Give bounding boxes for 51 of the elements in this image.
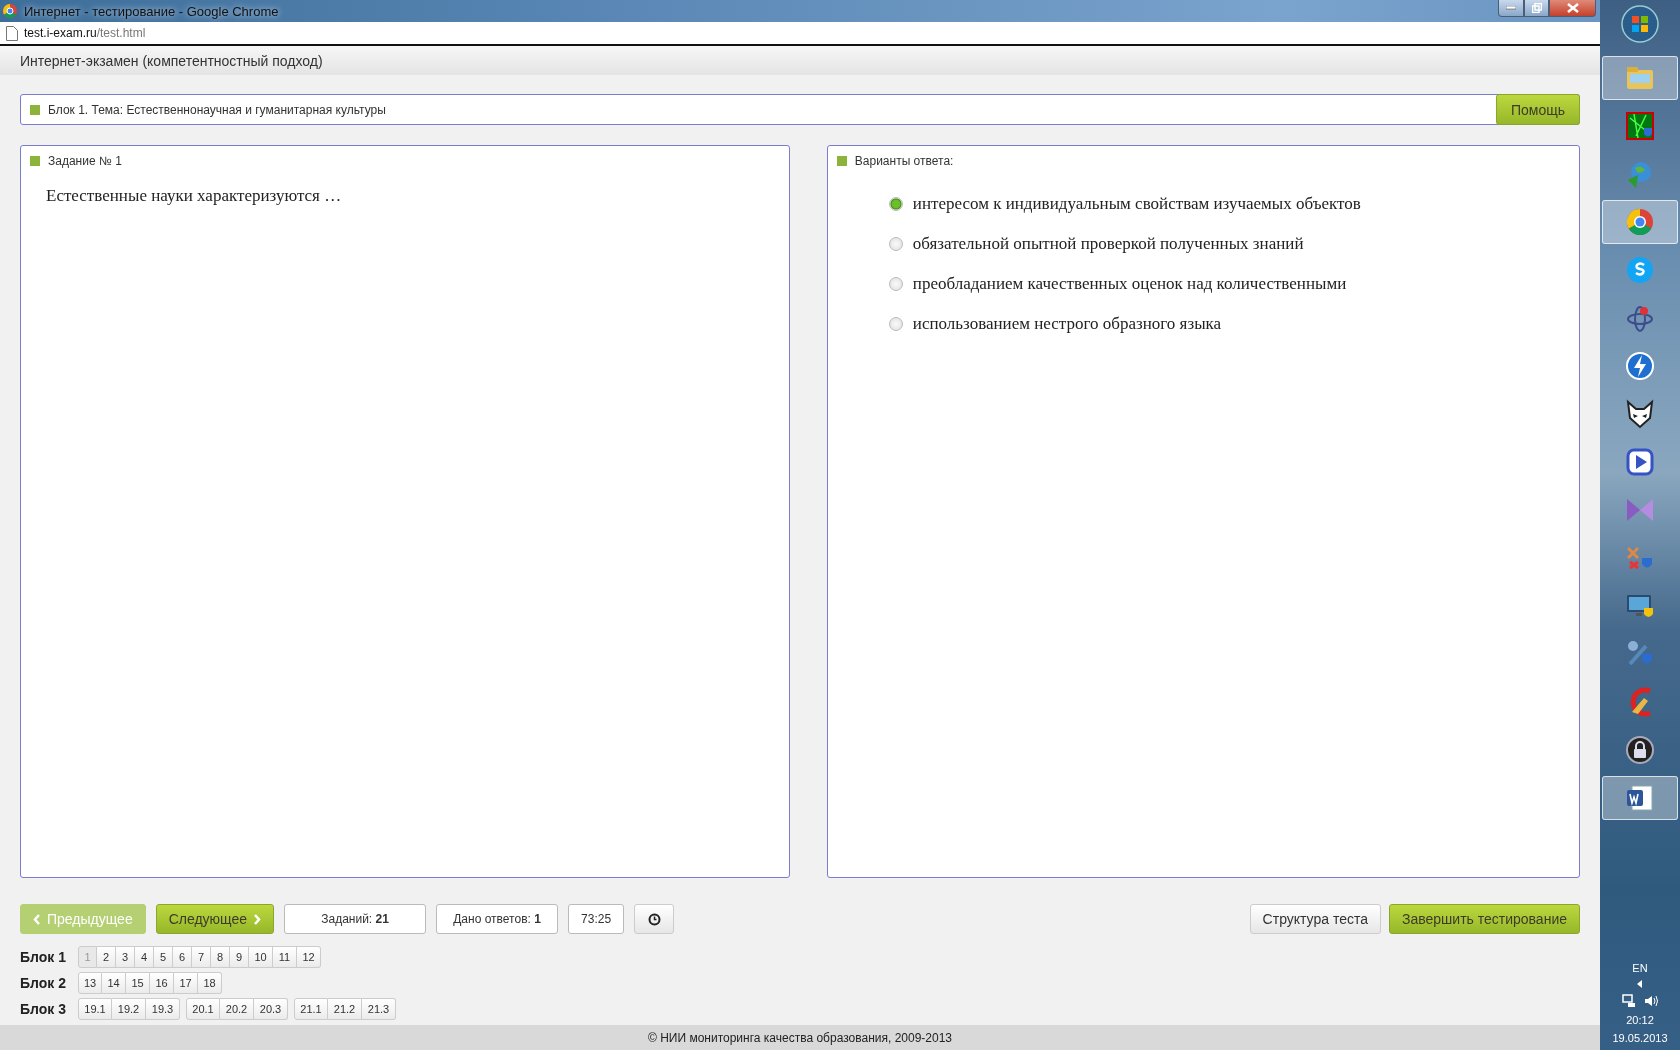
question-text: Естественные науки характеризуются … [46,186,343,206]
question-number[interactable]: 6 [173,945,192,968]
question-number[interactable]: 14 [102,971,126,994]
answer-option[interactable]: преобладанием качественных оценок над количественными [912,274,1347,294]
next-button[interactable]: Следующее [155,904,275,934]
question-number[interactable]: 19.1 [78,997,112,1020]
language-indicator[interactable]: EN [1632,962,1648,974]
question-number[interactable]: 15 [126,971,150,994]
answers-heading: Варианты ответа: [854,154,954,168]
block-label: Блок 1 [20,948,67,965]
question-number[interactable]: 12 [297,945,321,968]
question-number[interactable]: 10 [249,945,273,968]
question-number[interactable]: 19.3 [146,997,180,1020]
page-title: Интернет-экзамен (компетентностный подход) [20,52,323,69]
question-number[interactable]: 11 [273,945,297,968]
question-number[interactable]: 20.1 [186,997,220,1020]
question-number[interactable]: 8 [211,945,230,968]
question-number[interactable]: 21.2 [328,997,362,1020]
question-number[interactable]: 16 [150,971,174,994]
question-number[interactable]: 21.3 [362,997,396,1020]
answer-option[interactable]: обязательной опытной проверкой полученных знаний [912,234,1304,254]
finish-button[interactable]: Завершить тестирование [1389,904,1580,934]
question-number[interactable]: 5 [154,945,173,968]
structure-button[interactable]: Структура теста [1249,904,1381,934]
answer-option[interactable]: использованием нестрого образного языка [912,314,1222,334]
question-number[interactable]: 9 [230,945,249,968]
task-heading: Задание № 1 [48,154,122,168]
question-number[interactable]: 3 [116,945,135,968]
question-number[interactable]: 17 [174,971,198,994]
question-number[interactable]: 20.3 [254,997,288,1020]
question-number[interactable]: 2 [97,945,116,968]
timer: 73:25 [568,904,625,934]
topic-title: Блок 1. Тема: Естественнонаучная и гуманитарная культуры [48,102,386,117]
question-number[interactable]: 20.2 [220,997,254,1020]
url-text[interactable]: test.i-exam.ru/test.html [24,26,146,40]
help-button[interactable]: Помощь [1495,94,1580,125]
question-number[interactable]: 4 [135,945,154,968]
question-number[interactable]: 21.1 [294,997,328,1020]
copyright-text: © НИИ мониторинга качества образования, 2009-2013 [648,1030,952,1045]
task-count: Заданий: 21 [284,904,427,934]
answer-option[interactable]: интересом к индивидуальным свойствам изучаемых объектов [912,194,1361,214]
block-label: Блок 3 [20,1000,67,1017]
window-title: Интернет - тестирование - Google Chrome [24,3,279,19]
block-label: Блок 2 [20,974,67,991]
question-number[interactable]: 7 [192,945,211,968]
answered-count: Дано ответов: 1 [436,904,559,934]
clock-time[interactable]: 20:12 [1626,1014,1654,1026]
question-number[interactable]: 18 [198,971,222,994]
clock-date[interactable]: 19.05.2013 [1612,1032,1668,1044]
question-number[interactable]: 13 [78,971,102,994]
question-number[interactable]: 19.2 [112,997,146,1020]
